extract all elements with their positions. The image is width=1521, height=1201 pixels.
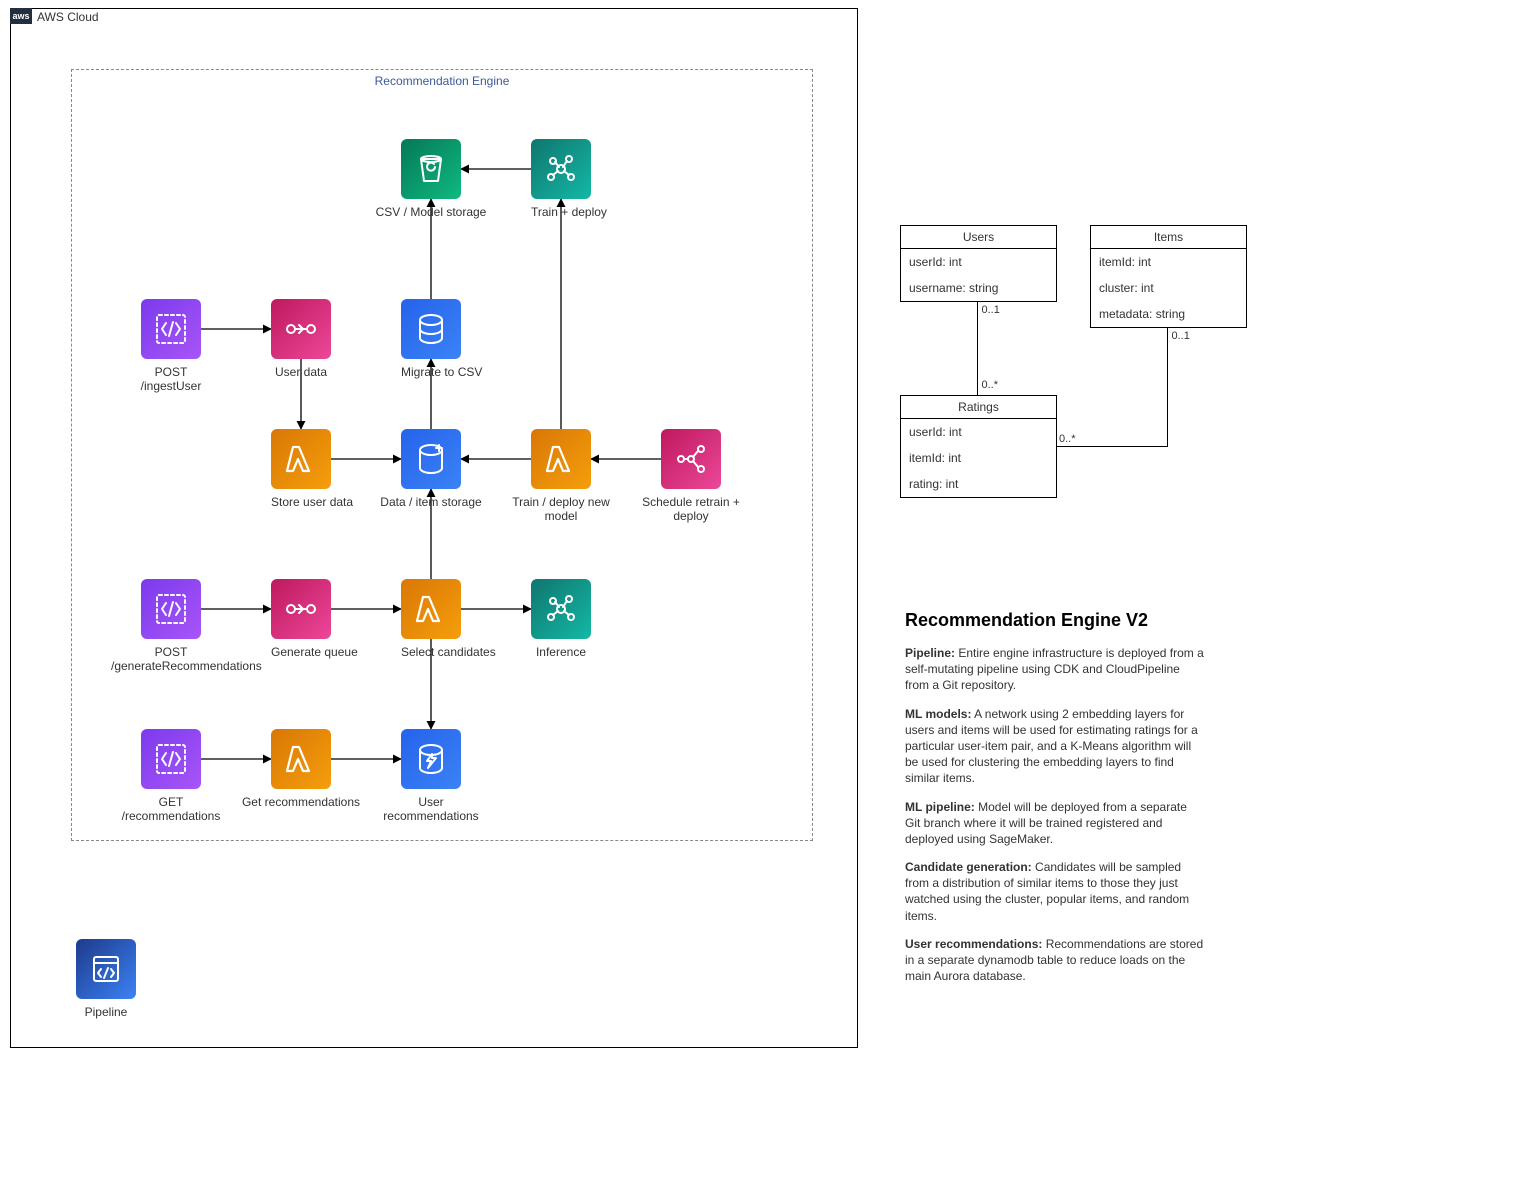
multiplicity: 0..1	[982, 304, 1000, 316]
entity-users: UsersuserId: intusername: string	[900, 225, 1057, 302]
doc-paragraph-label: ML pipeline:	[905, 800, 975, 814]
multiplicity: 0..*	[982, 379, 999, 391]
ml-icon	[531, 139, 591, 199]
doc-paragraph-label: Candidate generation:	[905, 860, 1032, 874]
doc-paragraph-label: Pipeline:	[905, 646, 955, 660]
multiplicity: 0..*	[1059, 433, 1076, 445]
entity-title: Ratings	[901, 396, 1056, 419]
entity-ratings: RatingsuserId: intitemId: intrating: int	[900, 395, 1057, 498]
entity-field: userId: int	[901, 419, 1056, 445]
node-post-gen: POST/generateRecommendations	[141, 579, 201, 674]
diagram-page: aws AWS Cloud Recommendation Engine CSV …	[0, 0, 1521, 1201]
node-label: Generate queue	[271, 645, 331, 659]
node-get-recs: GET/recommendations	[141, 729, 201, 824]
entity-field: itemId: int	[901, 445, 1056, 471]
node-schedule: Schedule retrain + deploy	[661, 429, 721, 524]
node-label: Migrate to CSV	[401, 365, 461, 379]
dbplus-icon	[401, 429, 461, 489]
entity-field: metadata: string	[1091, 301, 1246, 327]
queue-icon	[271, 579, 331, 639]
node-label: Get recommendations	[241, 795, 361, 809]
entity-items: ItemsitemId: intcluster: intmetadata: st…	[1090, 225, 1247, 328]
node-user-data: User data	[271, 299, 331, 379]
entity-title: Users	[901, 226, 1056, 249]
node-label: User recommendations	[371, 795, 491, 824]
doc-paragraph: Candidate generation: Candidates will be…	[905, 859, 1205, 924]
doc-paragraph-label: ML models:	[905, 707, 971, 721]
node-label: Select candidates	[401, 645, 461, 659]
aws-cloud-title: AWS Cloud	[37, 10, 99, 24]
dbfast-icon	[401, 729, 461, 789]
entity-field: username: string	[901, 275, 1056, 301]
aws-logo-icon: aws	[10, 8, 32, 24]
doc-paragraph: User recommendations: Recommendations ar…	[905, 936, 1205, 985]
recommendation-engine-title: Recommendation Engine	[375, 74, 510, 88]
lambda-icon	[401, 579, 461, 639]
doc-paragraph: Pipeline: Entire engine infrastructure i…	[905, 645, 1205, 694]
node-label: CSV / Model storage	[371, 205, 491, 219]
node-store-user: Store user data	[271, 429, 331, 509]
ml-icon	[531, 579, 591, 639]
entity-field: userId: int	[901, 249, 1056, 275]
pipeline-icon	[76, 939, 136, 999]
entity-title: Items	[1091, 226, 1246, 249]
node-label: POST/generateRecommendations	[111, 645, 231, 674]
node-label: Data / item storage	[371, 495, 491, 509]
node-label: User data	[271, 365, 331, 379]
entity-field: itemId: int	[1091, 249, 1246, 275]
node-train-new: Train / deploy new model	[531, 429, 591, 524]
entity-field: rating: int	[901, 471, 1056, 497]
doc-paragraph: ML models: A network using 2 embedding l…	[905, 706, 1205, 787]
node-user-recs: User recommendations	[401, 729, 461, 824]
event-icon	[661, 429, 721, 489]
lambda-icon	[531, 429, 591, 489]
node-label: POST/ingestUser	[111, 365, 231, 394]
node-label: Inference	[531, 645, 591, 659]
api-icon	[141, 299, 201, 359]
api-icon	[141, 729, 201, 789]
aws-cloud-container: aws AWS Cloud Recommendation Engine CSV …	[10, 8, 858, 1048]
lambda-icon	[271, 429, 331, 489]
doc-paragraph: ML pipeline: Model will be deployed from…	[905, 799, 1205, 848]
node-label: Schedule retrain + deploy	[631, 495, 751, 524]
node-post-ingest: POST/ingestUser	[141, 299, 201, 394]
node-get-recs-l: Get recommendations	[271, 729, 331, 809]
node-label: Train / deploy new model	[501, 495, 621, 524]
db-icon	[401, 299, 461, 359]
node-label: GET/recommendations	[111, 795, 231, 824]
node-migrate-csv: Migrate to CSV	[401, 299, 461, 379]
node-gen-queue: Generate queue	[271, 579, 331, 659]
lambda-icon	[271, 729, 331, 789]
doc-title: Recommendation Engine V2	[905, 610, 1205, 631]
node-pipeline: Pipeline	[76, 939, 136, 1019]
bucket-icon	[401, 139, 461, 199]
node-train-deploy: Train + deploy	[531, 139, 591, 219]
api-icon	[141, 579, 201, 639]
node-data-storage: Data / item storage	[401, 429, 461, 509]
multiplicity: 0..1	[1172, 330, 1190, 342]
node-label: Pipeline	[76, 1005, 136, 1019]
node-label: Train + deploy	[531, 205, 591, 219]
node-csv-storage: CSV / Model storage	[401, 139, 461, 219]
node-inference: Inference	[531, 579, 591, 659]
doc-paragraph-label: User recommendations:	[905, 937, 1042, 951]
node-label: Store user data	[271, 495, 331, 509]
documentation: Recommendation Engine V2 Pipeline: Entir…	[905, 610, 1205, 996]
entity-field: cluster: int	[1091, 275, 1246, 301]
node-select-cand: Select candidates	[401, 579, 461, 659]
queue-icon	[271, 299, 331, 359]
